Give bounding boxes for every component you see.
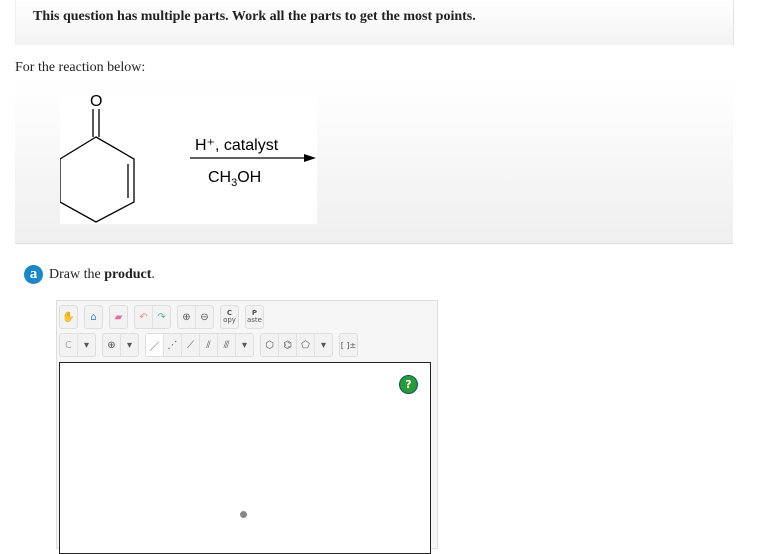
chevron-down-icon[interactable]: ▾ bbox=[315, 334, 332, 356]
notice-text: This question has multiple parts. Work a… bbox=[33, 9, 476, 24]
structure-editor: ✋ ⌂ ▰ ↶ ↷ ⊕ ⊖ Copy Paste C ▾ ⊕ ▾ ／ ⋰ ⟋ ⫽ ⫻ ▾ ⬡ ⌬ ⬠ ▾… bbox=[56, 300, 438, 554]
bracket-button[interactable]: [ ]± bbox=[340, 334, 357, 356]
copy-button[interactable]: Copy bbox=[221, 306, 238, 328]
benzene-icon[interactable]: ⌬ bbox=[279, 334, 297, 356]
charge-icon[interactable]: ⊕ bbox=[103, 334, 121, 356]
cyclohexane-icon[interactable]: ⬡ bbox=[261, 334, 279, 356]
redo-icon[interactable]: ↷ bbox=[153, 306, 170, 328]
part-a-text: Draw the product. bbox=[49, 266, 155, 282]
clear-icon[interactable]: ⌂ bbox=[85, 306, 102, 328]
double-bond-icon[interactable]: ⫽ bbox=[200, 334, 218, 356]
hand-icon[interactable]: ✋ bbox=[60, 306, 77, 328]
chevron-down-icon[interactable]: ▾ bbox=[78, 334, 95, 356]
triple-bond-icon[interactable]: ⫻ bbox=[218, 334, 236, 356]
chevron-down-icon[interactable]: ▾ bbox=[121, 334, 138, 356]
help-icon[interactable]: ? bbox=[399, 375, 418, 394]
reagent-bottom: CH3OH bbox=[208, 169, 261, 189]
reagent-top: H⁺, catalyst bbox=[195, 137, 279, 154]
wedge-bond-icon[interactable]: ⟋ bbox=[182, 334, 200, 356]
paste-button[interactable]: Paste bbox=[246, 306, 263, 328]
multipart-notice: This question has multiple parts. Work a… bbox=[15, 0, 734, 45]
part-a-prompt: a Draw the product. bbox=[24, 265, 155, 284]
oxygen-label: O bbox=[90, 93, 102, 110]
reaction-panel: O H⁺, catalyst CH3OH bbox=[15, 80, 733, 244]
intro-text: For the reaction below: bbox=[15, 60, 146, 75]
reaction-scheme: O H⁺, catalyst CH3OH bbox=[59, 93, 316, 223]
eraser-icon[interactable]: ▰ bbox=[110, 306, 127, 328]
drawing-canvas[interactable]: ? bbox=[59, 362, 431, 554]
undo-icon[interactable]: ↶ bbox=[135, 306, 153, 328]
chevron-down-icon[interactable]: ▾ bbox=[236, 334, 253, 356]
zoom-out-icon[interactable]: ⊖ bbox=[196, 306, 213, 328]
cyclopentane-icon[interactable]: ⬠ bbox=[297, 334, 315, 356]
reaction-image: O H⁺, catalyst CH3OH bbox=[59, 92, 317, 224]
zoom-in-icon[interactable]: ⊕ bbox=[178, 306, 196, 328]
single-bond-icon[interactable]: ／ bbox=[146, 334, 164, 356]
atom-carbon-button[interactable]: C bbox=[60, 334, 78, 356]
part-badge: a bbox=[24, 265, 43, 284]
dashed-bond-icon[interactable]: ⋰ bbox=[164, 334, 182, 356]
canvas-dot bbox=[240, 511, 247, 518]
